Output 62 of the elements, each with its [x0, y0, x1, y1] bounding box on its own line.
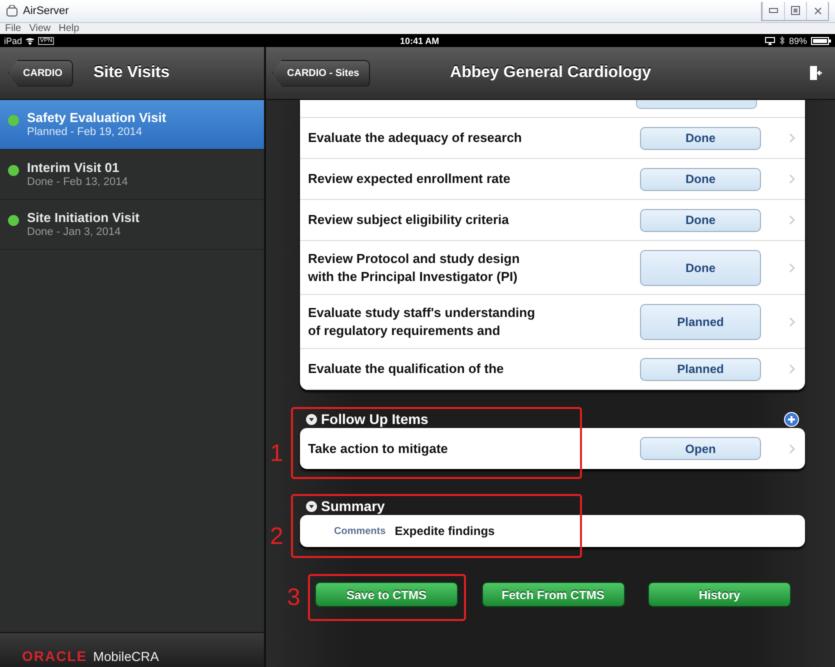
battery-percent: 89%: [788, 36, 807, 46]
status-button[interactable]: Done: [640, 250, 761, 286]
add-icon[interactable]: [784, 412, 799, 426]
comments-field[interactable]: Expedite findings: [394, 524, 495, 538]
minimize-icon: [769, 8, 778, 13]
maximize-icon: [791, 6, 800, 15]
chevron-icon: [789, 444, 795, 454]
callout-number: 3: [287, 584, 300, 612]
collapse-toggle-icon[interactable]: [306, 414, 317, 424]
status-time: 10:41 AM: [400, 36, 440, 46]
status-button[interactable]: Done: [640, 168, 761, 190]
visit-list-item[interactable]: Safety Evaluation Visit Planned - Feb 19, 2014: [0, 100, 264, 150]
sidebar-title: Site Visits: [93, 64, 170, 82]
callout-number: 2: [270, 523, 284, 551]
app-icon: [6, 5, 18, 17]
status-button[interactable]: Done: [640, 126, 761, 150]
menu-item[interactable]: View: [29, 23, 51, 34]
section-title: Summary: [321, 498, 385, 514]
visit-title: Interim Visit 01: [27, 160, 120, 175]
status-button[interactable]: Open: [640, 437, 761, 460]
visit-subtitle: Done - Jan 3, 2014: [27, 226, 122, 238]
visit-subtitle: Planned - Feb 19, 2014: [27, 126, 143, 138]
menu-item[interactable]: File: [5, 23, 22, 34]
visit-title: Safety Evaluation Visit: [27, 110, 166, 125]
follow-up-label: Take action to mitigate: [308, 440, 449, 458]
exit-icon[interactable]: [809, 65, 823, 81]
task-label: Evaluate the adequacy of research: [308, 129, 523, 147]
menu-item[interactable]: Help: [58, 23, 80, 34]
collapse-toggle-icon[interactable]: [306, 500, 317, 512]
product-name: MobileCRA: [93, 649, 159, 664]
chevron-icon: [789, 215, 795, 225]
status-button[interactable]: Planned: [640, 358, 761, 380]
detail-title: Abbey General Cardiology: [450, 64, 651, 82]
visit-subtitle: Done - Feb 13, 2014: [27, 176, 128, 188]
chevron-icon: [789, 174, 795, 184]
task-label: Evaluate study staff's understanding of regulatory requirements and: [308, 304, 536, 340]
callout-number: 1: [270, 440, 284, 468]
task-label: Evaluate the qualification of the: [308, 360, 505, 378]
close-icon: [814, 6, 822, 14]
device-name: iPad: [4, 36, 22, 46]
back-button[interactable]: CARDIO: [8, 60, 74, 86]
window-title: AirServer: [23, 5, 69, 17]
status-button[interactable]: Planned: [640, 304, 761, 340]
task-label: Review subject eligibility criteria: [308, 211, 510, 229]
airplay-icon: [764, 36, 775, 44]
brand-logo: ORACLE: [22, 648, 88, 664]
field-label: Comments: [334, 526, 386, 536]
visit-title: Site Initiation Visit: [27, 210, 140, 225]
chevron-icon: [789, 316, 795, 326]
task-label: Review expected enrollment rate: [308, 170, 512, 188]
chevron-icon: [789, 262, 795, 272]
bluetooth-icon: [778, 36, 785, 45]
status-button[interactable]: Done: [640, 208, 761, 232]
task-label: Review Protocol and study design with the Principal Investigator (PI): [308, 250, 521, 286]
wifi-icon: [25, 36, 36, 44]
battery-icon: [811, 36, 831, 44]
back-button[interactable]: CARDIO - Sites: [272, 60, 370, 86]
section-title: Follow Up Items: [321, 411, 428, 427]
chevron-icon: [789, 133, 795, 143]
visit-list-item[interactable]: Site Initiation Visit Done - Jan 3, 2014: [0, 200, 264, 250]
visit-list-item[interactable]: Interim Visit 01 Done - Feb 13, 2014: [0, 150, 264, 200]
chevron-icon: [789, 364, 795, 374]
